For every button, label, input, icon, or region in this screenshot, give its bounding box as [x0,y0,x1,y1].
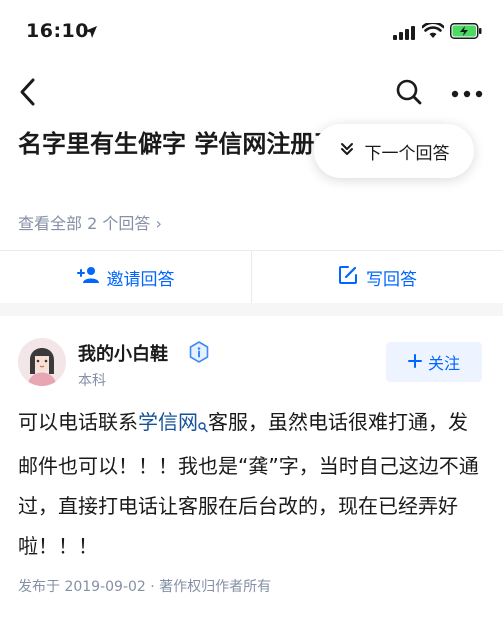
status-time: 16:10 [26,20,89,42]
follow-button[interactable]: 关注 [386,342,482,382]
next-answer-label: 下一个回答 [364,143,450,164]
xuexinwang-link[interactable]: 学信网 [138,410,208,434]
status-bar: 16:10 [0,0,503,62]
more-icon[interactable] [450,84,484,103]
answer-body: 可以电话联系学信网 客服，虽然电话很难打通，发邮件也可以！！！我也是“龚”字，当时… [18,402,486,566]
invite-user-icon [76,266,99,289]
signal-icon [393,25,415,44]
location-arrow-icon [84,24,98,43]
answer-footer: 发布于 2019-09-02 · 著作权归作者所有 [18,579,272,595]
answer-body-prefix: 可以电话联系 [18,410,138,434]
avatar[interactable] [18,338,66,386]
wifi-icon [421,21,445,43]
author-education: 本科 [78,373,106,389]
write-answer-label: 写回答 [366,269,417,290]
answer-actions: 邀请回答 写回答 [0,251,503,303]
author-name[interactable]: 我的小白鞋 [78,340,168,366]
verified-icon [188,341,210,367]
follow-label: 关注 [427,354,460,373]
link-text: 学信网 [138,410,198,434]
invite-answer-button[interactable]: 邀请回答 [0,251,251,303]
edit-icon [338,265,358,290]
section-gap [0,303,503,316]
invite-answer-label: 邀请回答 [106,269,175,290]
write-answer-button[interactable]: 写回答 [252,251,503,303]
double-chevron-down-icon [339,141,355,162]
view-all-answers-link[interactable]: 查看全部 2 个回答 › [18,210,162,234]
link-search-icon [198,406,208,446]
search-icon[interactable] [395,78,423,110]
battery-icon [450,23,482,43]
plus-icon [407,353,422,372]
back-icon[interactable] [14,76,42,112]
nav-bar [0,70,503,114]
next-answer-button[interactable]: 下一个回答 [314,124,474,178]
